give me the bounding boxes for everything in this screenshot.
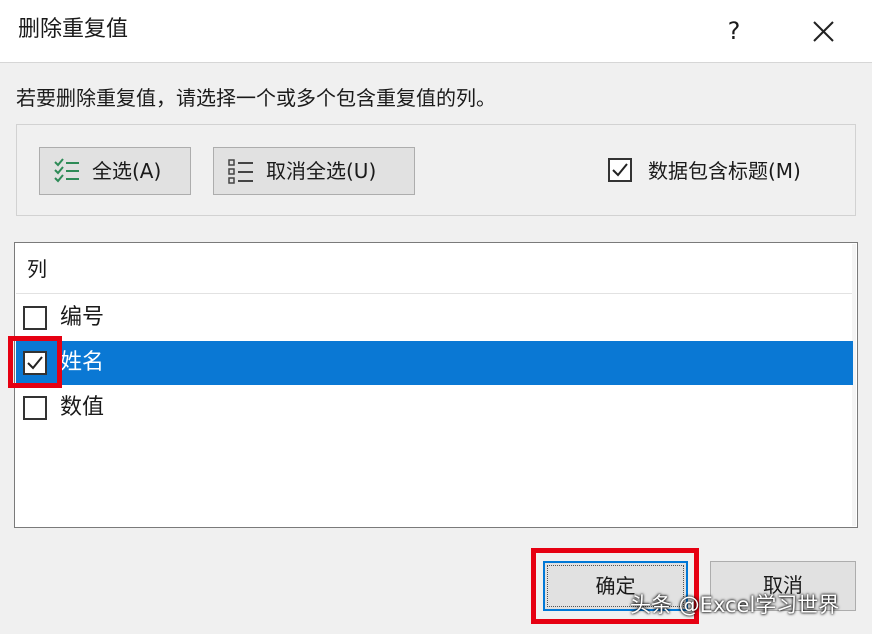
- list-item[interactable]: 编号: [16, 296, 853, 340]
- list-item[interactable]: 数值: [16, 386, 853, 430]
- select-all-button[interactable]: 全选(A): [39, 147, 191, 195]
- list-item-checkbox[interactable]: [23, 306, 47, 330]
- checkmark-icon: [612, 163, 628, 177]
- help-button[interactable]: ?: [712, 10, 756, 52]
- list-header: 列: [27, 257, 47, 281]
- watermark: 头条 @Excel学习世界: [630, 593, 840, 617]
- close-icon: [813, 21, 834, 42]
- remove-duplicates-dialog: { "dialog": { "title": "删除重复值", "help_la…: [0, 0, 872, 634]
- list-item-label: 姓名: [60, 350, 105, 375]
- list-item-label: 编号: [60, 305, 105, 330]
- list-item-checkbox[interactable]: [23, 351, 47, 375]
- list-item-label: 数值: [60, 395, 105, 420]
- help-icon: ?: [727, 17, 741, 45]
- columns-listbox[interactable]: 列 编号 姓名 数值: [14, 242, 858, 528]
- checkmark-icon: [27, 356, 43, 370]
- select-all-label: 全选(A): [92, 159, 162, 183]
- close-button[interactable]: [800, 10, 844, 52]
- checkbox-box[interactable]: [608, 158, 632, 182]
- unselect-all-button[interactable]: 取消全选(U): [213, 147, 415, 195]
- headers-label: 数据包含标题(M): [648, 159, 801, 183]
- list-item-checkbox[interactable]: [23, 396, 47, 420]
- selection-toolbar: 全选(A) 取消全选(U) 数据包含标题(M): [16, 124, 856, 216]
- list-divider: [16, 293, 852, 294]
- scrollbar[interactable]: [852, 244, 856, 526]
- list-item[interactable]: 姓名: [16, 341, 853, 385]
- unselect-all-label: 取消全选(U): [266, 159, 377, 183]
- dialog-title: 删除重复值: [18, 17, 129, 42]
- list-icon: [228, 159, 253, 184]
- title-bar: 删除重复值 ?: [0, 0, 872, 63]
- instruction-text: 若要删除重复值，请选择一个或多个包含重复值的列。: [16, 86, 496, 110]
- checklist-icon: [54, 158, 79, 183]
